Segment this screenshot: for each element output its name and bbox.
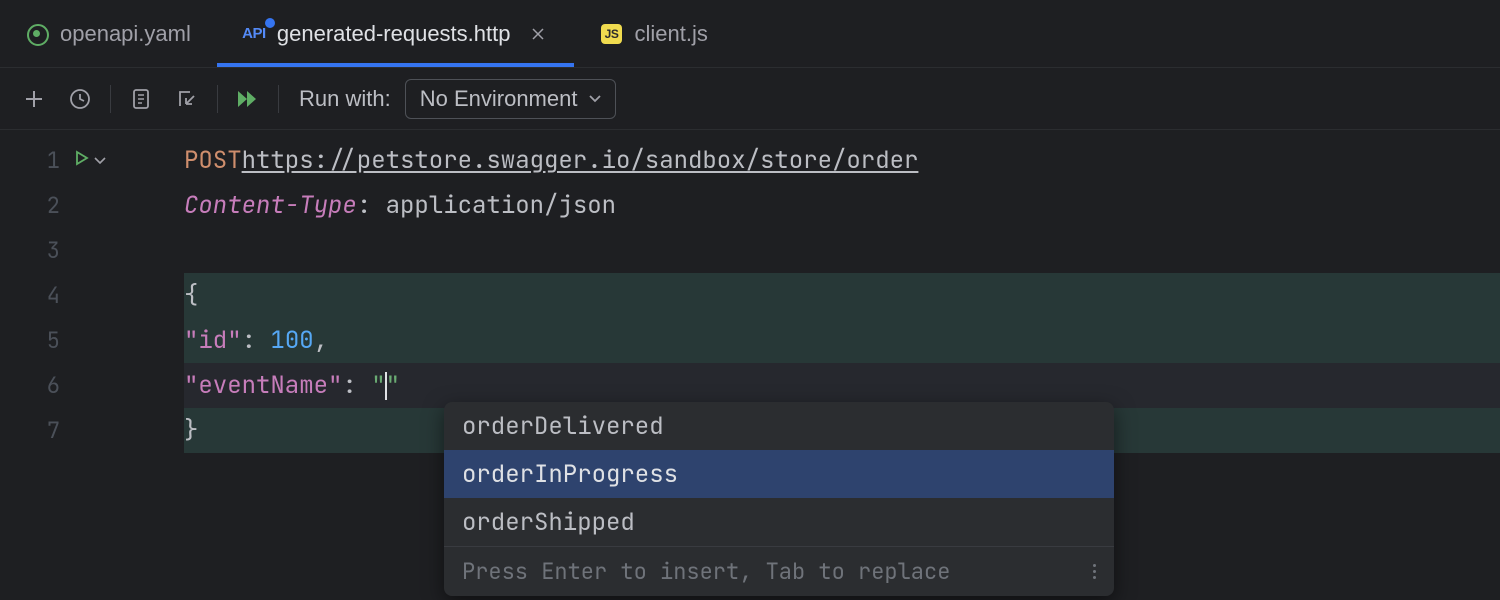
line-number: 4 bbox=[0, 281, 60, 310]
code-line[interactable]: { bbox=[184, 273, 1500, 318]
chevron-down-icon[interactable] bbox=[94, 152, 106, 170]
more-icon[interactable] bbox=[1093, 564, 1096, 579]
editor[interactable]: 1 2 3 4 5 6 7 POST https://petstore.swag… bbox=[0, 130, 1500, 600]
autocomplete-popup: orderDelivered orderInProgress orderShip… bbox=[444, 402, 1114, 596]
divider bbox=[110, 85, 111, 113]
code-line[interactable] bbox=[184, 228, 1500, 273]
line-number: 1 bbox=[0, 146, 60, 175]
code-area[interactable]: POST https://petstore.swagger.io/sandbox… bbox=[184, 130, 1500, 600]
tab-client-js[interactable]: JS client.js bbox=[574, 0, 733, 67]
line-number: 6 bbox=[0, 371, 60, 400]
line-number: 2 bbox=[0, 191, 60, 220]
divider bbox=[278, 85, 279, 113]
gutter: 1 2 3 4 5 6 7 bbox=[0, 130, 184, 600]
close-icon[interactable] bbox=[528, 24, 548, 44]
examples-button[interactable] bbox=[125, 83, 157, 115]
tab-label: openapi.yaml bbox=[60, 21, 191, 47]
tab-generated-requests[interactable]: API generated-requests.http bbox=[217, 0, 575, 67]
line-number: 3 bbox=[0, 236, 60, 265]
tab-label: client.js bbox=[634, 21, 707, 47]
tab-openapi[interactable]: openapi.yaml bbox=[0, 0, 217, 67]
toolbar: Run with: No Environment bbox=[0, 68, 1500, 130]
api-icon: API bbox=[243, 23, 265, 45]
environment-value: No Environment bbox=[420, 86, 578, 112]
autocomplete-item[interactable]: orderInProgress bbox=[444, 450, 1114, 498]
autocomplete-item[interactable]: orderShipped bbox=[444, 498, 1114, 546]
tab-bar: openapi.yaml API generated-requests.http… bbox=[0, 0, 1500, 68]
line-number: 5 bbox=[0, 326, 60, 355]
js-icon: JS bbox=[600, 23, 622, 45]
code-line[interactable]: POST https://petstore.swagger.io/sandbox… bbox=[184, 138, 1500, 183]
environment-dropdown[interactable]: No Environment bbox=[405, 79, 617, 119]
history-button[interactable] bbox=[64, 83, 96, 115]
autocomplete-item[interactable]: orderDelivered bbox=[444, 402, 1114, 450]
code-line[interactable]: "id": 100, bbox=[184, 318, 1500, 363]
line-number: 7 bbox=[0, 416, 60, 445]
code-line[interactable]: Content-Type: application/json bbox=[184, 183, 1500, 228]
openapi-icon bbox=[26, 23, 48, 45]
import-button[interactable] bbox=[171, 83, 203, 115]
tab-label: generated-requests.http bbox=[277, 21, 511, 47]
autocomplete-hint: Press Enter to insert, Tab to replace bbox=[462, 557, 950, 586]
divider bbox=[217, 85, 218, 113]
autocomplete-footer: Press Enter to insert, Tab to replace bbox=[444, 546, 1114, 596]
add-button[interactable] bbox=[18, 83, 50, 115]
run-icon[interactable] bbox=[74, 150, 90, 171]
chevron-down-icon bbox=[589, 95, 601, 103]
run-with-label: Run with: bbox=[299, 86, 391, 112]
run-all-button[interactable] bbox=[232, 83, 264, 115]
